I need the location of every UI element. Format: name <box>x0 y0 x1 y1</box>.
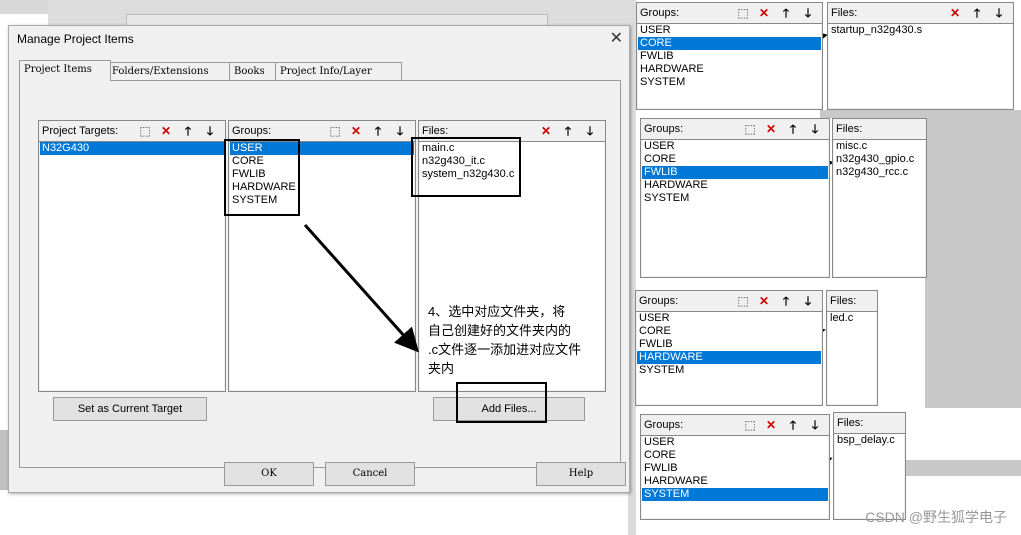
groups-panel: Groups: ⬚ ✕ 🡑 🡓 USER CORE FWLIB HARDWARE… <box>636 2 823 110</box>
files-label: Files: <box>836 123 863 135</box>
list-item[interactable]: FWLIB <box>642 462 828 475</box>
list-item[interactable]: HARDWARE <box>637 351 821 364</box>
files-panel: Files: misc.c n32g430_gpio.c n32g430_rcc… <box>832 118 927 278</box>
files-list: startup_n32g430.s <box>829 24 1012 108</box>
files-list: led.c <box>828 312 876 404</box>
groups-panel: Groups: ⬚ ✕ 🡑 🡓 USER CORE FWLIB HARDWARE… <box>640 414 830 520</box>
groups-list: USER CORE FWLIB HARDWARE SYSTEM <box>642 436 828 518</box>
files-panel: Files: ✕ 🡑 🡓 startup_n32g430.s <box>827 2 1014 110</box>
groups-label: Groups: <box>639 295 679 307</box>
list-item[interactable]: SYSTEM <box>642 488 828 501</box>
move-up-icon[interactable]: 🡑 <box>778 5 794 21</box>
note-line: 自己创建好的文件夹内的 <box>428 323 572 338</box>
move-down-icon[interactable]: 🡓 <box>800 293 816 309</box>
groups-label: Groups: <box>644 123 684 135</box>
groups-list: USER CORE FWLIB HARDWARE SYSTEM <box>642 140 828 276</box>
new-icon[interactable]: ⬚ <box>735 293 751 309</box>
list-item[interactable]: SYSTEM <box>642 192 828 205</box>
example-core: Groups: ⬚ ✕ 🡑 🡓 USER CORE FWLIB HARDWARE… <box>636 0 1021 110</box>
list-item[interactable]: HARDWARE <box>642 179 828 192</box>
groups-list: USER CORE FWLIB HARDWARE SYSTEM <box>637 312 821 404</box>
files-list: bsp_delay.c <box>835 434 904 518</box>
list-item[interactable]: CORE <box>642 449 828 462</box>
list-item[interactable]: FWLIB <box>642 166 828 179</box>
list-item[interactable]: USER <box>642 436 828 449</box>
example-hardware: Groups: ⬚ ✕ 🡑 🡓 USER CORE FWLIB HARDWARE… <box>635 290 878 406</box>
example-system: Groups: ⬚ ✕ 🡑 🡓 USER CORE FWLIB HARDWARE… <box>640 412 906 520</box>
new-icon[interactable]: ⬚ <box>735 5 751 21</box>
list-item[interactable]: misc.c <box>834 140 925 153</box>
files-list: misc.c n32g430_gpio.c n32g430_rcc.c <box>834 140 925 276</box>
groups-label: Groups: <box>640 7 680 19</box>
list-item[interactable]: FWLIB <box>638 50 821 63</box>
list-item[interactable]: CORE <box>637 325 821 338</box>
move-down-icon[interactable]: 🡓 <box>991 5 1007 21</box>
list-item[interactable]: SYSTEM <box>637 364 821 377</box>
files-label: Files: <box>837 417 864 429</box>
tab-project-items[interactable]: Project Items <box>19 60 111 81</box>
move-down-icon[interactable]: 🡓 <box>800 5 816 21</box>
files-label: Files: <box>831 7 858 19</box>
groups-label: Groups: <box>644 419 684 431</box>
list-item[interactable]: USER <box>638 24 821 37</box>
list-item[interactable]: n32g430_gpio.c <box>834 153 925 166</box>
delete-icon[interactable]: ✕ <box>763 121 779 137</box>
delete-icon[interactable]: ✕ <box>756 293 772 309</box>
list-item[interactable]: USER <box>642 140 828 153</box>
new-icon[interactable]: ⬚ <box>742 121 758 137</box>
note-line: 夹内 <box>428 361 455 376</box>
move-down-icon[interactable]: 🡓 <box>807 121 823 137</box>
list-item[interactable]: CORE <box>642 153 828 166</box>
watermark: CSDN @野生狐学电子 <box>865 509 1007 525</box>
list-item[interactable]: CORE <box>638 37 821 50</box>
delete-icon[interactable]: ✕ <box>763 417 779 433</box>
files-panel: Files: led.c <box>826 290 878 406</box>
list-item[interactable]: led.c <box>828 312 876 325</box>
move-up-icon[interactable]: 🡑 <box>785 121 801 137</box>
groups-panel: Groups: ⬚ ✕ 🡑 🡓 USER CORE FWLIB HARDWARE… <box>640 118 830 278</box>
list-item[interactable]: startup_n32g430.s <box>829 24 1012 37</box>
move-up-icon[interactable]: 🡑 <box>778 293 794 309</box>
files-label: Files: <box>830 295 857 307</box>
note-line: .c文件逐一添加进对应文件 <box>428 342 582 357</box>
note-line: 4、选中对应文件夹，将 <box>428 304 566 319</box>
list-item[interactable]: HARDWARE <box>642 475 828 488</box>
list-item[interactable]: n32g430_rcc.c <box>834 166 925 179</box>
list-item[interactable]: bsp_delay.c <box>835 434 904 447</box>
example-fwlib: Groups: ⬚ ✕ 🡑 🡓 USER CORE FWLIB HARDWARE… <box>640 118 927 278</box>
list-item[interactable]: HARDWARE <box>638 63 821 76</box>
list-item[interactable]: USER <box>637 312 821 325</box>
instruction-note: 4、选中对应文件夹，将 自己创建好的文件夹内的 .c文件逐一添加进对应文件 夹内 <box>428 302 581 378</box>
list-item[interactable]: SYSTEM <box>638 76 821 89</box>
files-panel: Files: bsp_delay.c <box>833 412 906 520</box>
delete-icon[interactable]: ✕ <box>947 5 963 21</box>
new-icon[interactable]: ⬚ <box>742 417 758 433</box>
move-up-icon[interactable]: 🡑 <box>785 417 801 433</box>
delete-icon[interactable]: ✕ <box>756 5 772 21</box>
move-down-icon[interactable]: 🡓 <box>807 417 823 433</box>
list-item[interactable]: FWLIB <box>637 338 821 351</box>
groups-list: USER CORE FWLIB HARDWARE SYSTEM <box>638 24 821 108</box>
groups-panel: Groups: ⬚ ✕ 🡑 🡓 USER CORE FWLIB HARDWARE… <box>635 290 823 406</box>
move-up-icon[interactable]: 🡑 <box>969 5 985 21</box>
